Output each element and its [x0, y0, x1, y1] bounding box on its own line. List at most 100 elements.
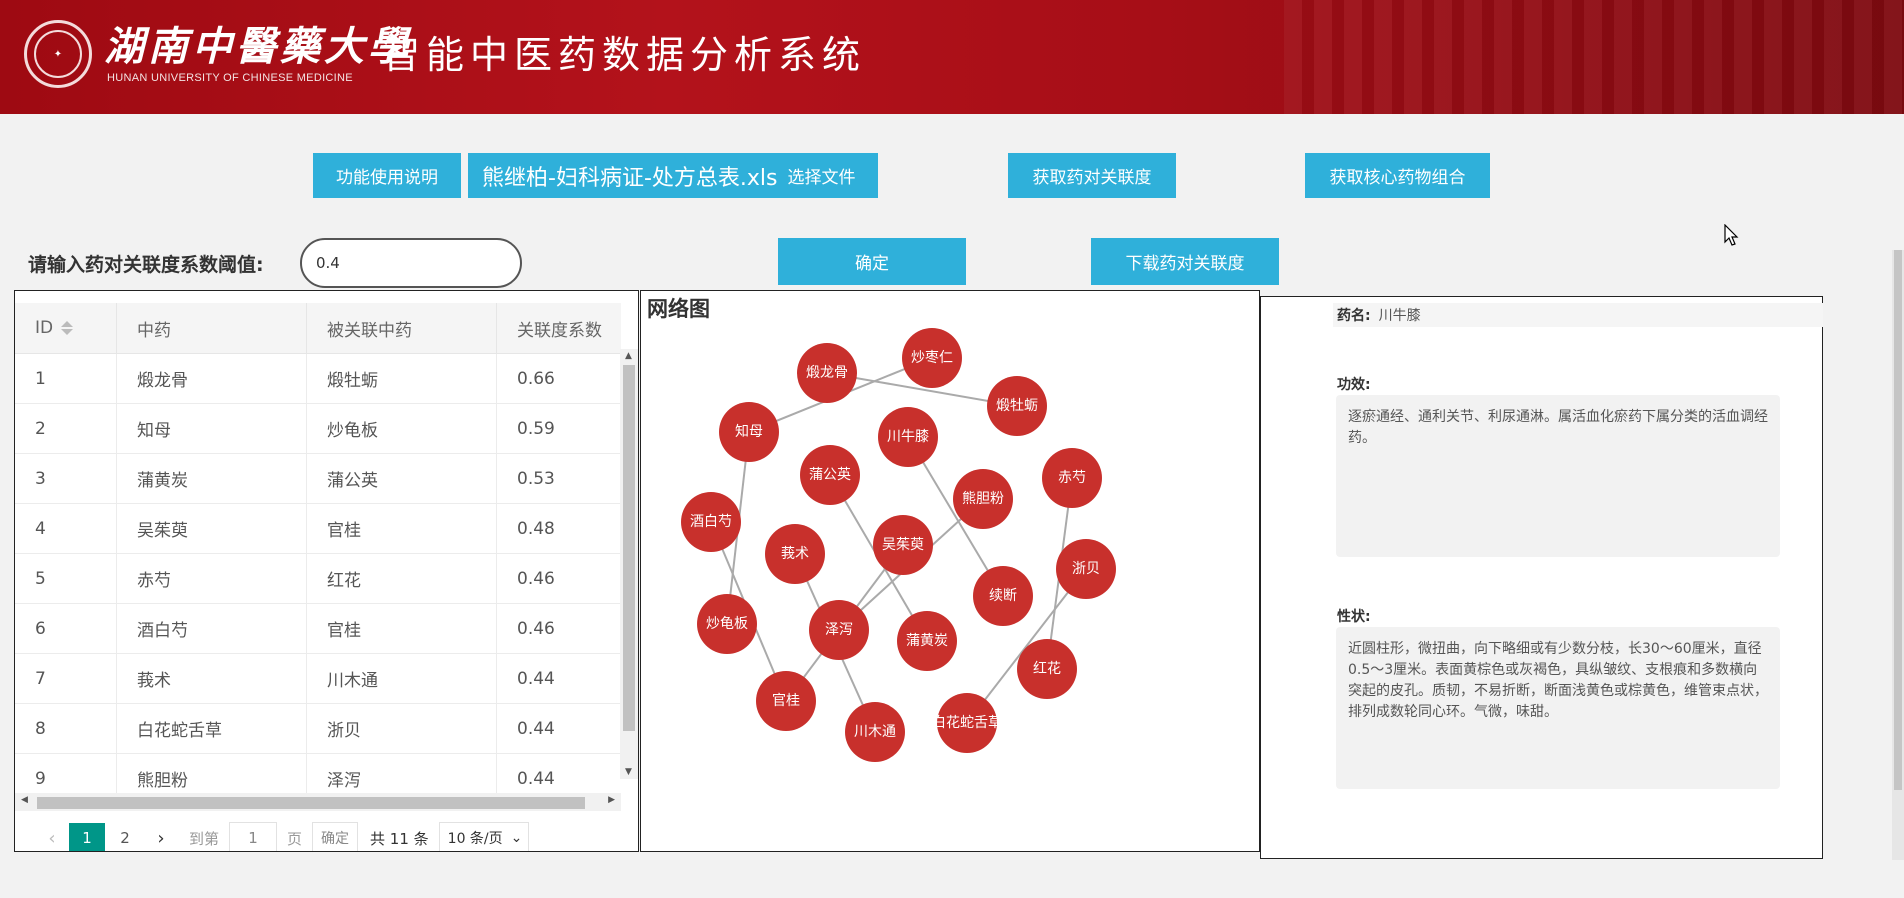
network-node-label: 知母	[735, 423, 763, 440]
table-row[interactable]: 1 煅龙骨 煅牡蛎 0.66	[15, 353, 621, 404]
university-name-en: HUNAN UNIVERSITY OF CHINESE MEDICINE	[107, 72, 353, 84]
cell-herb: 吴茱萸	[116, 503, 307, 554]
network-node-label: 蒲黄炭	[906, 632, 948, 649]
network-graph-panel: 网络图 煅龙骨 炒枣仁 煅牡蛎 知母 川牛膝 蒲公英 赤芍 熊胆粉 酒白芍 莪术 吴茱萸 浙贝 续断 炒龟…	[640, 290, 1260, 852]
network-node[interactable]: 红花	[1017, 639, 1077, 699]
cell-id: 7	[15, 653, 117, 704]
page-2[interactable]: 2	[107, 823, 143, 851]
table-horizontal-scrollbar[interactable]: ◀ ▶	[15, 793, 621, 811]
network-node[interactable]: 知母	[719, 402, 779, 462]
cell-id: 5	[15, 553, 117, 604]
network-node[interactable]: 川牛膝	[878, 407, 938, 467]
page-1[interactable]: 1	[69, 823, 105, 851]
cell-related-herb: 红花	[306, 553, 497, 604]
network-node[interactable]: 蒲黄炭	[897, 611, 957, 671]
network-node[interactable]: 煅龙骨	[797, 343, 857, 403]
get-core-combination-button[interactable]: 获取核心药物组合	[1305, 153, 1490, 198]
col-header-id[interactable]: ID	[15, 303, 117, 354]
network-node[interactable]: 浙贝	[1056, 539, 1116, 599]
network-node[interactable]: 酒白芍	[681, 492, 741, 552]
col-header-coefficient: 关联度系数	[496, 303, 621, 354]
table-row[interactable]: 8 白花蛇舌草 浙贝 0.44	[15, 703, 621, 754]
help-button[interactable]: 功能使用说明	[313, 153, 461, 198]
cell-coefficient: 0.48	[496, 503, 621, 554]
cell-related-herb: 煅牡蛎	[306, 353, 497, 404]
network-node-label: 蒲公英	[809, 466, 851, 483]
network-node[interactable]: 吴茱萸	[873, 515, 933, 575]
cell-herb: 酒白芍	[116, 603, 307, 654]
table-row[interactable]: 4 吴茱萸 官桂 0.48	[15, 503, 621, 554]
table-row[interactable]: 3 蒲黄炭 蒲公英 0.53	[15, 453, 621, 504]
file-name: 熊继柏-妇科病证-处方总表.xls	[482, 165, 778, 191]
network-node-label: 续断	[989, 587, 1017, 604]
network-node-label: 莪术	[781, 546, 809, 562]
herb-name-value: 川牛膝	[1378, 308, 1421, 324]
network-node[interactable]: 熊胆粉	[953, 469, 1013, 529]
goto-label: 到第	[189, 829, 220, 848]
property-label: 性状:	[1337, 609, 1371, 625]
cell-coefficient: 0.44	[496, 653, 621, 704]
table-row[interactable]: 2 知母 炒龟板 0.59	[15, 403, 621, 454]
prev-page-icon[interactable]: ‹	[37, 828, 67, 849]
network-node-label: 炒龟板	[706, 616, 748, 632]
page-scrollbar[interactable]	[1892, 250, 1904, 860]
network-node[interactable]: 炒枣仁	[902, 328, 962, 388]
cell-id: 1	[15, 353, 117, 404]
cell-id: 8	[15, 703, 117, 754]
threshold-label: 请输入药对关联度系数阈值:	[28, 254, 264, 276]
goto-confirm-button[interactable]: 确定	[312, 822, 359, 851]
university-name-cn: 湖南中醫藥大學	[104, 23, 412, 70]
network-node-label: 酒白芍	[690, 514, 732, 530]
network-node[interactable]: 赤芍	[1042, 448, 1102, 508]
cell-related-herb: 浙贝	[306, 703, 497, 754]
cell-related-herb: 川木通	[306, 653, 497, 704]
network-node[interactable]: 官桂	[756, 671, 816, 731]
choose-file-button[interactable]: 选择文件	[787, 163, 855, 188]
cell-coefficient: 0.44	[496, 703, 621, 754]
table-row[interactable]: 6 酒白芍 官桂 0.46	[15, 603, 621, 654]
threshold-input[interactable]: 0.4	[300, 238, 522, 288]
table-vertical-scrollbar[interactable]: ▲ ▼	[620, 349, 638, 779]
cell-related-herb: 炒龟板	[306, 403, 497, 454]
herb-name-label: 药名:	[1337, 308, 1371, 324]
network-node-label: 白花蛇舌草	[932, 715, 1002, 731]
goto-page-input[interactable]: 1	[229, 822, 278, 851]
col-header-related-herb: 被关联中药	[306, 303, 497, 354]
network-node-label: 炒枣仁	[911, 350, 953, 366]
network-node[interactable]: 续断	[973, 566, 1033, 626]
cell-coefficient: 0.46	[496, 603, 621, 654]
network-node-label: 川木通	[854, 724, 896, 740]
network-node[interactable]: 泽泻	[809, 600, 869, 660]
pagination: ‹ 1 2 › 到第 1 页 确定 共 11 条 10 条/页 ⌄	[15, 821, 530, 851]
network-node[interactable]: 白花蛇舌草	[932, 693, 1002, 753]
cell-herb: 莪术	[116, 653, 307, 704]
network-node[interactable]: 川木通	[845, 702, 905, 762]
total-count: 共 11 条	[370, 829, 429, 848]
sort-icon[interactable]	[61, 321, 74, 335]
cell-id: 3	[15, 453, 117, 504]
network-node[interactable]: 煅牡蛎	[987, 376, 1047, 436]
network-node-label: 川牛膝	[887, 429, 929, 445]
page-unit-label: 页	[287, 829, 303, 848]
network-node-label: 熊胆粉	[962, 491, 1004, 507]
cell-herb: 白花蛇舌草	[116, 703, 307, 754]
download-button[interactable]: 下载药对关联度	[1091, 238, 1279, 285]
network-node[interactable]: 炒龟板	[697, 594, 757, 654]
table-row[interactable]: 7 莪术 川木通 0.44	[15, 653, 621, 704]
get-pair-correlation-button[interactable]: 获取药对关联度	[1008, 153, 1176, 198]
page-size-select[interactable]: 10 条/页 ⌄	[438, 822, 530, 851]
next-page-icon[interactable]: ›	[143, 828, 179, 849]
network-node[interactable]: 莪术	[765, 524, 825, 584]
network-node[interactable]: 蒲公英	[800, 445, 860, 505]
cell-related-herb: 蒲公英	[306, 453, 497, 504]
network-node-label: 红花	[1033, 661, 1061, 677]
network-node-label: 煅龙骨	[806, 365, 848, 381]
file-upload[interactable]: 熊继柏-妇科病证-处方总表.xls 选择文件	[468, 153, 878, 198]
confirm-button[interactable]: 确定	[778, 238, 966, 285]
property-text: 近圆柱形，微扭曲，向下略细或有少数分枝，长30～60厘米，直径0.5～3厘米。表…	[1336, 627, 1780, 789]
network-graph: 煅龙骨 炒枣仁煅牡蛎知母 川牛膝蒲公英 赤芍熊胆粉酒白芍莪术 吴茱萸 浙贝续断炒龟板 泽泻蒲…	[681, 328, 1116, 762]
efficacy-label: 功效:	[1337, 377, 1371, 393]
network-node-label: 官桂	[772, 693, 800, 709]
cell-coefficient: 0.46	[496, 553, 621, 604]
table-row[interactable]: 5 赤芍 红花 0.46	[15, 553, 621, 604]
